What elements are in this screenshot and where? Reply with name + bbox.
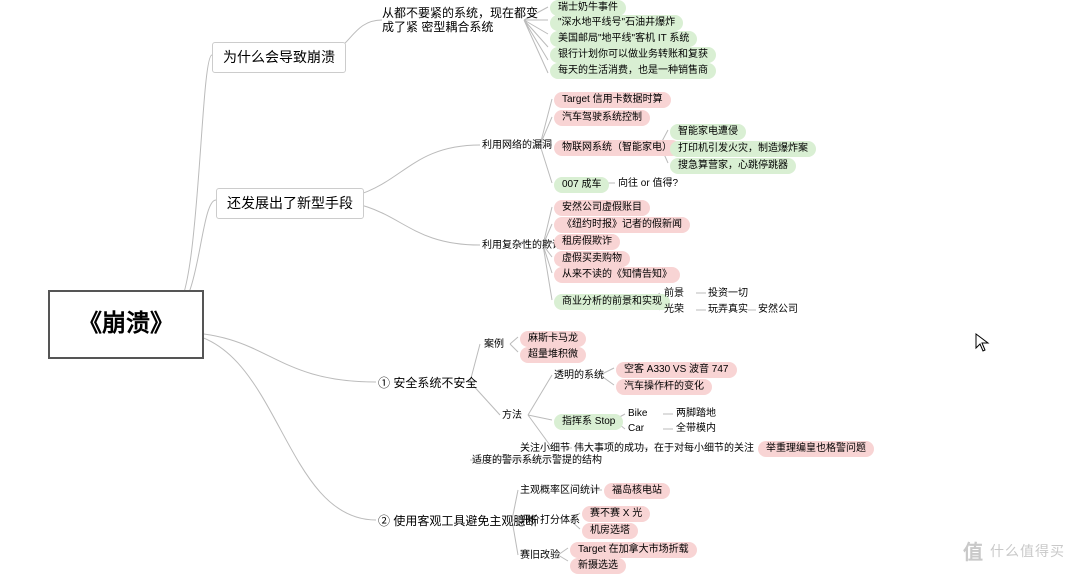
leaf[interactable]: Car (628, 423, 644, 435)
leaf[interactable]: 智能家电遭侵 (670, 124, 746, 140)
branch-why-collapse[interactable]: 为什么会导致崩溃 (212, 42, 346, 73)
branch-new-methods[interactable]: 还发展出了新型手段 (216, 188, 364, 219)
branch-warn[interactable]: 适度的警示系统 (472, 455, 542, 467)
leaf[interactable]: 租房假欺诈 (554, 234, 620, 250)
leaf-007[interactable]: 007 成车 (554, 177, 609, 193)
leaf[interactable]: 银行计划你可以做业务转账和复获 (550, 47, 716, 63)
leaf[interactable]: 虚假买卖购物 (554, 251, 630, 267)
branch-detail[interactable]: 关注小细节 (520, 443, 570, 455)
watermark-icon: 值 (963, 536, 984, 565)
leaf[interactable]: 玩弄真实 (708, 304, 748, 316)
leaf[interactable]: 空客 A330 VS 波音 747 (616, 362, 737, 378)
leaf[interactable]: 机房选塔 (582, 523, 638, 539)
leaf[interactable]: Target 信用卡数据时算 (554, 92, 671, 108)
leaf[interactable]: 新摄选选 (570, 558, 626, 574)
leaf[interactable]: 向往 or 值得? (618, 178, 678, 190)
branch-biz-analysis[interactable]: 商业分析的前景和实现 (554, 294, 670, 310)
branch-objective-tools[interactable]: ② 使用客观工具避免主观臆断 (378, 514, 537, 528)
leaf[interactable]: 前景 (664, 288, 684, 300)
leaf[interactable]: 《纽约时报》记者的假新闻 (554, 217, 690, 233)
branch-iot[interactable]: 物联网系统（智能家电） (554, 140, 680, 156)
branch-freq[interactable]: 主观概率区间统计 (520, 485, 600, 497)
leaf[interactable]: 打印机引发火灾，制造爆炸案 (670, 141, 816, 157)
leaf[interactable]: "深水地平线号"石油井爆炸 (550, 15, 683, 31)
watermark: 值 什么值得买 (963, 536, 1065, 565)
leaf[interactable]: 每天的生活消费，也是一种销售商 (550, 63, 716, 79)
leaf[interactable]: 赛不赛 X 光 (582, 506, 650, 522)
leaf[interactable]: 福岛核电站 (604, 483, 670, 499)
branch-security-unsafe[interactable]: ① 安全系统不安全 (378, 376, 477, 390)
branch-retro[interactable]: 赛旧改验 (520, 550, 560, 562)
branch-transparent[interactable]: 透明的系统 (554, 370, 604, 382)
leaf[interactable]: 伟大事项的成功，在于对每小细节的关注 (574, 443, 754, 455)
branch-rating[interactable]: 评价打分体系 (520, 515, 580, 527)
branch-case[interactable]: 案例 (484, 339, 504, 351)
leaf[interactable]: 美国邮局"地平线"客机 IT 系统 (550, 31, 697, 47)
leaf[interactable]: 示警提的结构 (542, 455, 602, 467)
mindmap-canvas[interactable]: 《崩溃》 为什么会导致崩溃 从都不要紧的系统，现在都变成了紧 密型耦合系统 瑞士… (0, 0, 1080, 575)
mouse-cursor (975, 333, 991, 358)
leaf[interactable]: 投资一切 (708, 288, 748, 300)
root-node[interactable]: 《崩溃》 (48, 290, 204, 359)
branch-net-vuln[interactable]: 利用网络的漏洞 (482, 140, 552, 152)
leaf[interactable]: 光荣 (664, 304, 684, 316)
leaf[interactable]: 搜急算营家，心跳停跳器 (670, 158, 796, 174)
leaf[interactable]: 安然公司虚假账目 (554, 200, 650, 216)
leaf[interactable]: 从来不读的《知情告知》 (554, 267, 680, 283)
leaf[interactable]: Bike (628, 408, 647, 420)
leaf[interactable]: 全带模内 (676, 423, 716, 435)
leaf[interactable]: 麻斯卡马龙 (520, 331, 586, 347)
leaf[interactable]: 举重理编皇也格警问题 (758, 441, 874, 457)
leaf[interactable]: Target 在加拿大市场折载 (570, 542, 697, 558)
branch-fraud[interactable]: 利用复杂性的欺诈 (482, 240, 562, 252)
branch-method[interactable]: 方法 (502, 410, 522, 422)
leaf[interactable]: 超量堆积微 (520, 347, 586, 363)
leaf[interactable]: 汽车操作杆的变化 (616, 379, 712, 395)
leaf[interactable]: 汽车驾驶系统控制 (554, 110, 650, 126)
leaf[interactable]: 安然公司 (758, 304, 798, 316)
leaf[interactable]: 两脚踏地 (676, 408, 716, 420)
watermark-text: 什么值得买 (990, 541, 1065, 561)
branch-stop[interactable]: 指挥系 Stop (554, 414, 623, 430)
leaf[interactable]: 瑞士奶牛事件 (550, 0, 626, 16)
branch-why-tight-systems[interactable]: 从都不要紧的系统，现在都变成了紧 密型耦合系统 (382, 6, 542, 35)
